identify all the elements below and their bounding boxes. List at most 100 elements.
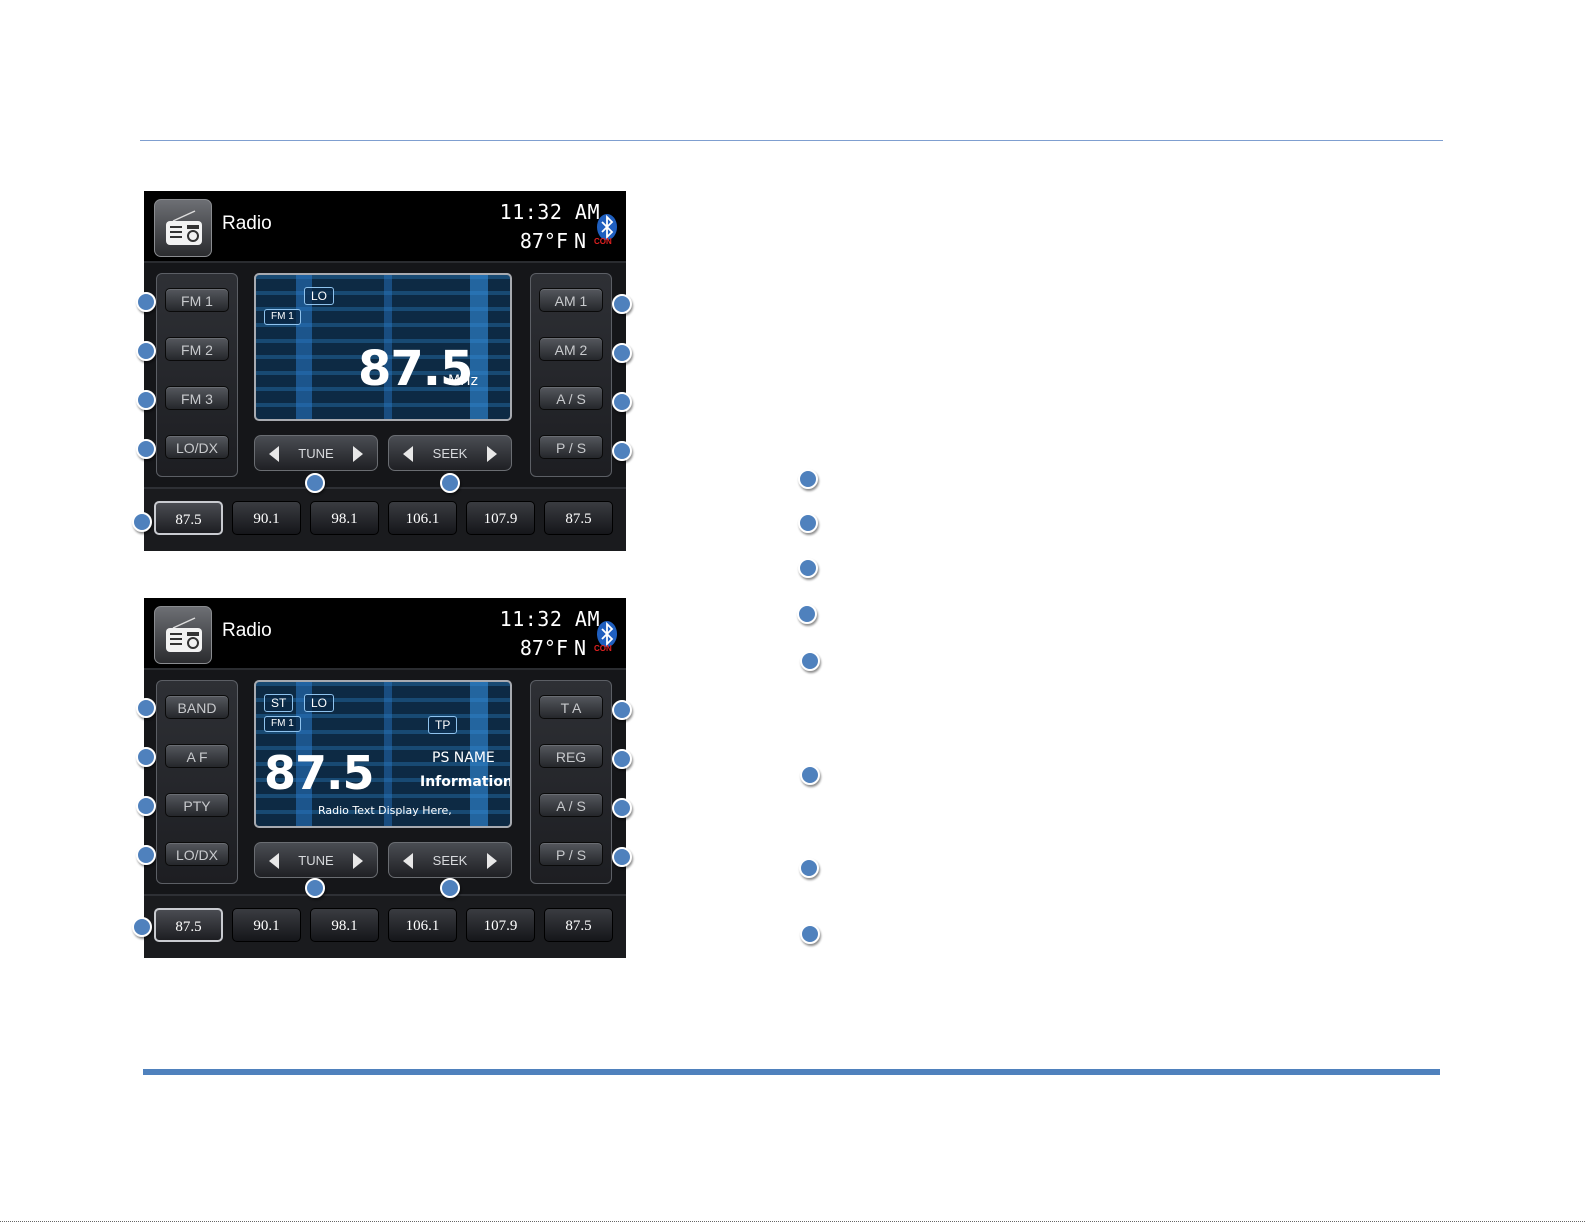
- left-button-panel: FM 1 FM 2 FM 3 LO/DX: [156, 273, 238, 477]
- station-information: Information: [420, 774, 512, 790]
- right-button-panel: T A REG A / S P / S: [530, 680, 612, 884]
- preset-1-button[interactable]: 87.5: [154, 908, 223, 942]
- legend-marker: [798, 558, 818, 578]
- callout-marker: [132, 512, 152, 532]
- ta-button[interactable]: T A: [539, 695, 603, 719]
- radio-app-button[interactable]: [154, 199, 212, 257]
- callout-marker: [305, 473, 325, 493]
- clock: 11:32 AM: [499, 200, 600, 224]
- callout-marker: [612, 749, 632, 769]
- callout-marker: [612, 700, 632, 720]
- preset-scan-button[interactable]: P / S: [539, 842, 603, 866]
- preset-5-button[interactable]: 107.9: [466, 501, 535, 535]
- callout-marker: [136, 439, 156, 459]
- pty-button[interactable]: PTY: [165, 793, 229, 817]
- frequency-display: LO FM 1 87.5 MHz: [254, 273, 512, 421]
- af-button[interactable]: A F: [165, 744, 229, 768]
- callout-marker: [612, 392, 632, 412]
- top-rule: [140, 140, 1443, 141]
- am1-button[interactable]: AM 1: [539, 288, 603, 312]
- bluetooth-status: CON: [594, 644, 612, 653]
- lo-indicator: LO: [304, 694, 335, 712]
- callout-marker: [440, 473, 460, 493]
- fm2-button[interactable]: FM 2: [165, 337, 229, 361]
- lo-dx-button[interactable]: LO/DX: [165, 435, 229, 459]
- legend-marker: [800, 924, 820, 944]
- auto-store-button[interactable]: A / S: [539, 386, 603, 410]
- temperature: 87°F: [519, 229, 568, 253]
- preset-bar: 87.5 90.1 98.1 106.1 107.9 87.5: [144, 487, 626, 551]
- preset-scan-button[interactable]: P / S: [539, 435, 603, 459]
- radio-screen-rds: Radio 11:32 AM 87°F N CON BAND A F PTY L…: [144, 598, 626, 958]
- seek-up-arrow-icon[interactable]: [487, 446, 497, 462]
- callout-marker: [612, 847, 632, 867]
- app-title: Radio: [222, 620, 272, 641]
- callout-marker: [136, 292, 156, 312]
- right-button-panel: AM 1 AM 2 A / S P / S: [530, 273, 612, 477]
- stereo-indicator: ST: [264, 694, 294, 712]
- compass-direction: N: [574, 636, 587, 660]
- preset-6-button[interactable]: 87.5: [544, 908, 613, 942]
- tp-indicator: TP: [428, 716, 458, 734]
- preset-1-button[interactable]: 87.5: [154, 501, 223, 535]
- preset-2-button[interactable]: 90.1: [232, 908, 301, 942]
- tune-control: TUNE: [254, 435, 378, 471]
- app-title: Radio: [222, 213, 272, 234]
- callout-marker: [136, 747, 156, 767]
- legend-marker: [800, 765, 820, 785]
- clock: 11:32 AM: [499, 607, 600, 631]
- lo-indicator: LO: [304, 287, 335, 305]
- frequency-unit: MHz: [448, 373, 478, 389]
- fm3-button[interactable]: FM 3: [165, 386, 229, 410]
- bluetooth-status: CON: [594, 237, 612, 246]
- callout-marker: [612, 441, 632, 461]
- preset-3-button[interactable]: 98.1: [310, 501, 379, 535]
- preset-3-button[interactable]: 98.1: [310, 908, 379, 942]
- legend-marker: [799, 858, 819, 878]
- preset-4-button[interactable]: 106.1: [388, 501, 457, 535]
- band-indicator: FM 1: [264, 716, 301, 732]
- radio-text: Radio Text Display Here,: [318, 804, 452, 817]
- seek-up-arrow-icon[interactable]: [487, 853, 497, 869]
- preset-6-button[interactable]: 87.5: [544, 501, 613, 535]
- status-header: Radio 11:32 AM 87°F N CON: [144, 191, 626, 263]
- rds-display: ST LO FM 1 TP 87.5 PS NAME Information R…: [254, 680, 512, 828]
- preset-2-button[interactable]: 90.1: [232, 501, 301, 535]
- band-button[interactable]: BAND: [165, 695, 229, 719]
- callout-marker: [612, 343, 632, 363]
- frequency-readout: 87.5: [264, 746, 374, 800]
- callout-marker: [136, 698, 156, 718]
- preset-bar: 87.5 90.1 98.1 106.1 107.9 87.5: [144, 894, 626, 958]
- lo-dx-button[interactable]: LO/DX: [165, 842, 229, 866]
- ps-name: PS NAME: [432, 750, 495, 766]
- callout-marker: [136, 390, 156, 410]
- am2-button[interactable]: AM 2: [539, 337, 603, 361]
- seek-control: SEEK: [388, 842, 512, 878]
- callout-marker: [305, 878, 325, 898]
- tune-up-arrow-icon[interactable]: [353, 853, 363, 869]
- temperature: 87°F: [519, 636, 568, 660]
- radio-app-button[interactable]: [154, 606, 212, 664]
- legend-marker: [800, 651, 820, 671]
- radio-icon: [166, 617, 202, 652]
- compass-direction: N: [574, 229, 587, 253]
- fm1-button[interactable]: FM 1: [165, 288, 229, 312]
- page-edge-dotted-line: [0, 1221, 1585, 1222]
- tune-up-arrow-icon[interactable]: [353, 446, 363, 462]
- left-button-panel: BAND A F PTY LO/DX: [156, 680, 238, 884]
- tune-control: TUNE: [254, 842, 378, 878]
- callout-marker: [136, 796, 156, 816]
- status-header: Radio 11:32 AM 87°F N CON: [144, 598, 626, 670]
- reg-button[interactable]: REG: [539, 744, 603, 768]
- preset-5-button[interactable]: 107.9: [466, 908, 535, 942]
- seek-control: SEEK: [388, 435, 512, 471]
- band-indicator: FM 1: [264, 309, 301, 325]
- radio-icon: [166, 210, 202, 245]
- preset-4-button[interactable]: 106.1: [388, 908, 457, 942]
- callout-marker: [612, 798, 632, 818]
- bottom-rule: [143, 1069, 1440, 1075]
- radio-screen-fm: Radio 11:32 AM 87°F N CON FM 1 FM 2 FM 3…: [144, 191, 626, 551]
- callout-marker: [136, 341, 156, 361]
- auto-store-button[interactable]: A / S: [539, 793, 603, 817]
- callout-marker: [440, 878, 460, 898]
